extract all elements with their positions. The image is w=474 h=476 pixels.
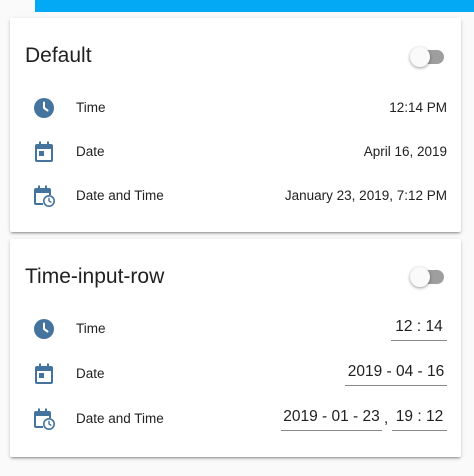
day-field[interactable]: 16 bbox=[427, 363, 444, 380]
date-row: Date 2019 - 04 - 16 bbox=[10, 354, 461, 394]
time-row: Time 12 : 14 bbox=[10, 309, 461, 349]
date-separator: - bbox=[386, 363, 392, 380]
time-input-row-card: Time-input-row Time 12 : 14 Date 2019 - … bbox=[10, 239, 461, 457]
hour-field[interactable]: 19 bbox=[396, 408, 413, 425]
month-field[interactable]: 01 bbox=[331, 408, 348, 425]
time-separator: : bbox=[417, 408, 422, 425]
calendar-icon bbox=[35, 141, 53, 162]
card-toggle[interactable] bbox=[410, 47, 446, 67]
month-field[interactable]: 04 bbox=[396, 363, 413, 380]
date-input[interactable]: 2019 - 01 - 23 bbox=[281, 404, 382, 431]
day-field[interactable]: 23 bbox=[363, 408, 380, 425]
hour-field[interactable]: 12 bbox=[395, 318, 412, 335]
time-separator: : bbox=[416, 318, 422, 335]
minute-field[interactable]: 14 bbox=[425, 318, 442, 335]
date-separator: - bbox=[353, 408, 359, 425]
clock-icon bbox=[34, 98, 54, 118]
row-label: Date bbox=[76, 144, 105, 159]
datetime-value: January 23, 2019, 7:12 PM bbox=[284, 188, 447, 203]
time-input[interactable]: 12 : 14 bbox=[391, 314, 447, 341]
clock-icon bbox=[34, 319, 54, 339]
time-input[interactable]: 19 : 12 bbox=[392, 404, 447, 431]
time-value: 12:14 PM bbox=[389, 100, 447, 115]
row-label: Date and Time bbox=[76, 411, 164, 426]
card-title: Time-input-row bbox=[25, 265, 165, 288]
card-toggle[interactable] bbox=[410, 267, 446, 287]
date-value: April 16, 2019 bbox=[363, 144, 447, 159]
row-label: Time bbox=[76, 100, 106, 115]
toggle-thumb bbox=[410, 267, 430, 287]
date-row: Date April 16, 2019 bbox=[10, 132, 461, 172]
year-field[interactable]: 2019 bbox=[283, 408, 317, 425]
date-separator: - bbox=[322, 408, 328, 425]
minute-field[interactable]: 12 bbox=[426, 408, 443, 425]
calendar-clock-icon bbox=[34, 408, 55, 430]
toggle-thumb bbox=[410, 47, 430, 67]
calendar-icon bbox=[35, 363, 53, 384]
row-label: Date bbox=[76, 366, 105, 381]
time-row: Time 12:14 PM bbox=[10, 88, 461, 128]
date-input[interactable]: 2019 - 04 - 16 bbox=[345, 359, 447, 386]
row-label: Time bbox=[76, 321, 106, 336]
card-title: Default bbox=[25, 44, 92, 67]
calendar-clock-icon bbox=[34, 185, 55, 207]
datetime-comma: , bbox=[384, 410, 389, 427]
date-separator: - bbox=[417, 363, 423, 380]
datetime-row: Date and Time 2019 - 01 - 23 , 19 : 12 bbox=[10, 399, 461, 439]
default-card: Default Time 12:14 PM Date April 16, 201… bbox=[10, 18, 461, 232]
row-label: Date and Time bbox=[76, 188, 164, 203]
year-field[interactable]: 2019 bbox=[348, 363, 382, 380]
top-app-bar bbox=[35, 0, 474, 12]
datetime-row: Date and Time January 23, 2019, 7:12 PM bbox=[10, 176, 461, 216]
